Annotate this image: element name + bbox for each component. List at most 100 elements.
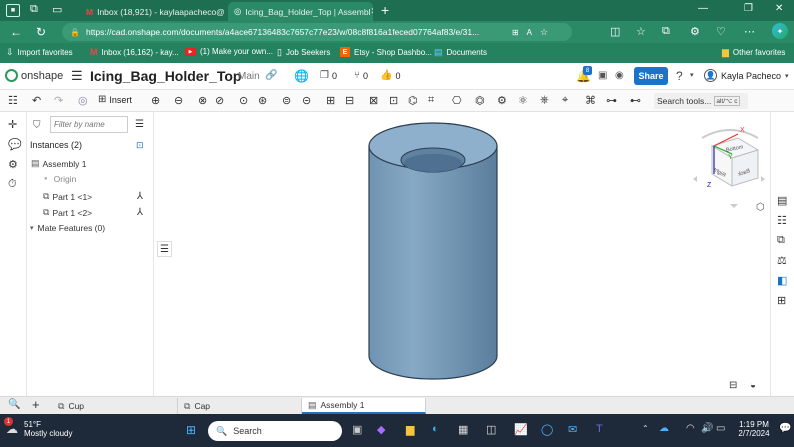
onedrive-icon[interactable]: ☁ — [659, 423, 669, 434]
undo-icon[interactable]: ↶ — [32, 94, 41, 107]
teams-chat-icon[interactable]: ◆ — [377, 423, 385, 436]
render-mode-icon[interactable]: ◒ — [750, 380, 756, 391]
tab-inbox[interactable]: M Inbox (18,921) - kaylaapacheco@ ✕ — [80, 2, 225, 21]
other-favorites[interactable]: ▆ Other favorites — [722, 47, 785, 58]
properties-panel-icon[interactable]: ☷ — [777, 214, 787, 227]
user-menu[interactable]: 👤 Kayla Pacheco ▾ — [704, 69, 789, 82]
fav-documents[interactable]: ▤ Documents — [434, 47, 487, 58]
tangent-mate-icon[interactable]: ⌬ — [408, 94, 418, 107]
taskbar-search[interactable]: 🔍 Search — [208, 421, 342, 441]
collections-icon[interactable]: ⧉ — [662, 25, 670, 38]
explode-icon[interactable]: ⊶ — [606, 94, 617, 107]
minimize-icon[interactable]: — — [698, 3, 708, 14]
feature-list-icon[interactable]: ☷ — [8, 94, 18, 107]
versions-count[interactable]: ❐ 0 — [320, 70, 337, 81]
replicate-icon[interactable]: ⊖ — [174, 94, 183, 107]
rack-pinion-icon[interactable]: ⚛ — [518, 94, 528, 107]
add-tab-icon[interactable]: + — [32, 397, 40, 412]
file-explorer-icon[interactable]: ▆ — [406, 423, 414, 436]
exploded-view-icon[interactable]: ⊞ — [777, 294, 786, 307]
tree-part-1[interactable]: ⧉ Part 1 <1> ⅄ — [43, 191, 143, 202]
named-position-icon[interactable]: ⊷ — [630, 94, 641, 107]
mate-connector-icon[interactable]: ⊕ — [151, 94, 160, 107]
url-field[interactable]: 🔒 https://cad.onshape.com/documents/a4ac… — [62, 23, 572, 41]
fav-inbox[interactable]: M Inbox (16,162) - kay... — [90, 47, 179, 57]
grid-icon[interactable]: ⊞ — [512, 28, 519, 37]
weather-widget[interactable]: 1 ☁ 51°F Mostly cloudy — [4, 417, 72, 438]
fav-etsy[interactable]: E Etsy - Shop Dashbo... — [340, 47, 432, 57]
favorites-icon[interactable]: ☆ — [636, 25, 646, 38]
appearance-panel-icon[interactable]: ▤ — [777, 194, 787, 207]
app-store-icon[interactable]: ▣ — [598, 70, 607, 81]
tab-assembly-1[interactable]: ▤ Assembly 1 — [302, 398, 426, 414]
start-icon[interactable]: ⊞ — [186, 423, 196, 437]
split-screen-icon[interactable]: ◫ — [610, 25, 620, 38]
cortana-icon[interactable]: ◯ — [541, 423, 553, 436]
app-icon[interactable]: ◫ — [486, 423, 496, 436]
tab-actions-icon[interactable]: ▭ — [52, 3, 62, 16]
task-view-icon[interactable]: ▣ — [352, 423, 362, 436]
add-instance-icon[interactable]: ✛ — [8, 118, 17, 131]
tree-assembly[interactable]: ▤ Assembly 1 — [31, 158, 86, 169]
notification-center-icon[interactable]: 💬 — [779, 423, 791, 434]
comments-icon[interactable]: 💬 — [8, 138, 22, 151]
screw-relation-icon[interactable]: ⎈ — [540, 94, 549, 107]
close-icon[interactable]: ✕ — [370, 6, 373, 17]
mate-cluster-icon[interactable]: ⌘ — [585, 94, 596, 107]
likes-count[interactable]: 👍 0 — [380, 70, 400, 81]
fav-job-seekers[interactable]: ▯ Job Seekers — [277, 47, 330, 58]
tab-cap[interactable]: ⧉ Cap — [178, 398, 302, 414]
fastened-mate-icon[interactable]: ⊙ — [239, 94, 248, 107]
fav-import[interactable]: ⇩ Import favorites — [6, 47, 73, 58]
profile-icon[interactable]: ■ — [6, 4, 20, 17]
chevron-down-icon[interactable]: ▾ — [690, 71, 694, 79]
ball-mate-icon[interactable]: ⊠ — [369, 94, 378, 107]
battery-icon[interactable]: ▭ — [716, 423, 725, 434]
edge-icon[interactable]: ◐ — [432, 423, 439, 435]
restore-icon[interactable]: ❐ — [744, 3, 753, 14]
revolute-mate-icon[interactable]: ⊛ — [258, 94, 267, 107]
linear-pattern-icon[interactable]: ⊗ — [198, 94, 207, 107]
tab-onshape[interactable]: ◎ Icing_Bag_Holder_Top | Assembl ✕ — [228, 2, 373, 21]
more-icon[interactable]: ⋯ — [744, 25, 755, 38]
circular-pattern-icon[interactable]: ⊘ — [215, 94, 224, 107]
tray-chevron-up-icon[interactable]: ⌃ — [642, 424, 649, 433]
bom-panel-icon[interactable]: ⧉ — [777, 234, 785, 247]
tab-cup[interactable]: ⧉ Cup — [52, 398, 178, 414]
search-tabs-icon[interactable]: 🔍 — [8, 399, 20, 410]
render-studio-icon[interactable]: ◧ — [777, 274, 787, 287]
help-icon[interactable]: ? — [676, 69, 683, 83]
learning-icon[interactable]: ◉ — [615, 70, 624, 81]
pin-slot-mate-icon[interactable]: ⊟ — [345, 94, 354, 107]
group-icon[interactable]: ⎔ — [452, 94, 462, 107]
stocks-icon[interactable]: 📈 — [514, 423, 528, 436]
extensions-icon[interactable]: ⚙ — [690, 25, 700, 38]
slider-mate-icon[interactable]: ⊜ — [282, 94, 291, 107]
relation-icon[interactable]: ⏣ — [475, 94, 485, 107]
favorite-star-icon[interactable]: ☆ — [540, 27, 548, 38]
filter-icon[interactable]: ⛉ — [33, 120, 41, 131]
graphics-viewport[interactable]: X Y Z Bottom Right Back ⬡ ⊟ ◒ — [155, 112, 770, 396]
animate-icon[interactable]: ⏱ — [8, 178, 17, 191]
wifi-icon[interactable]: ◠ — [686, 423, 695, 434]
copilot-icon[interactable]: ✦ — [772, 23, 788, 39]
search-tools[interactable]: Search tools... alt/⌥ c — [654, 93, 748, 109]
planar-mate-icon[interactable]: ⊝ — [302, 94, 311, 107]
notifications[interactable]: 🔔 8 — [576, 66, 592, 83]
width-mate-icon[interactable]: ⌗ — [428, 94, 434, 107]
store-icon[interactable]: ▦ — [458, 423, 468, 436]
document-title[interactable]: Icing_Bag_Holder_Top — [90, 68, 241, 84]
hamburger-menu-icon[interactable]: ☰ — [71, 68, 83, 84]
configurations-icon[interactable]: ⚙ — [8, 158, 18, 171]
view-cube[interactable]: X Y Z Bottom Right Back — [690, 124, 768, 214]
link-icon[interactable]: 🔗 — [265, 70, 277, 81]
clock[interactable]: 1:19 PM 2/7/2024 — [734, 420, 774, 438]
branches-count[interactable]: ⑂ 0 — [354, 70, 368, 81]
view-options-icon[interactable]: ⬡ — [756, 202, 765, 213]
list-view-icon[interactable]: ☰ — [135, 119, 144, 130]
volume-icon[interactable]: 🔊 — [701, 423, 713, 434]
tree-origin[interactable]: ● Origin — [44, 174, 76, 184]
read-aloud-icon[interactable]: A — [527, 28, 532, 37]
linear-relation-icon[interactable]: ⌖ — [562, 94, 568, 107]
regenerate-icon[interactable]: ◎ — [78, 94, 88, 107]
